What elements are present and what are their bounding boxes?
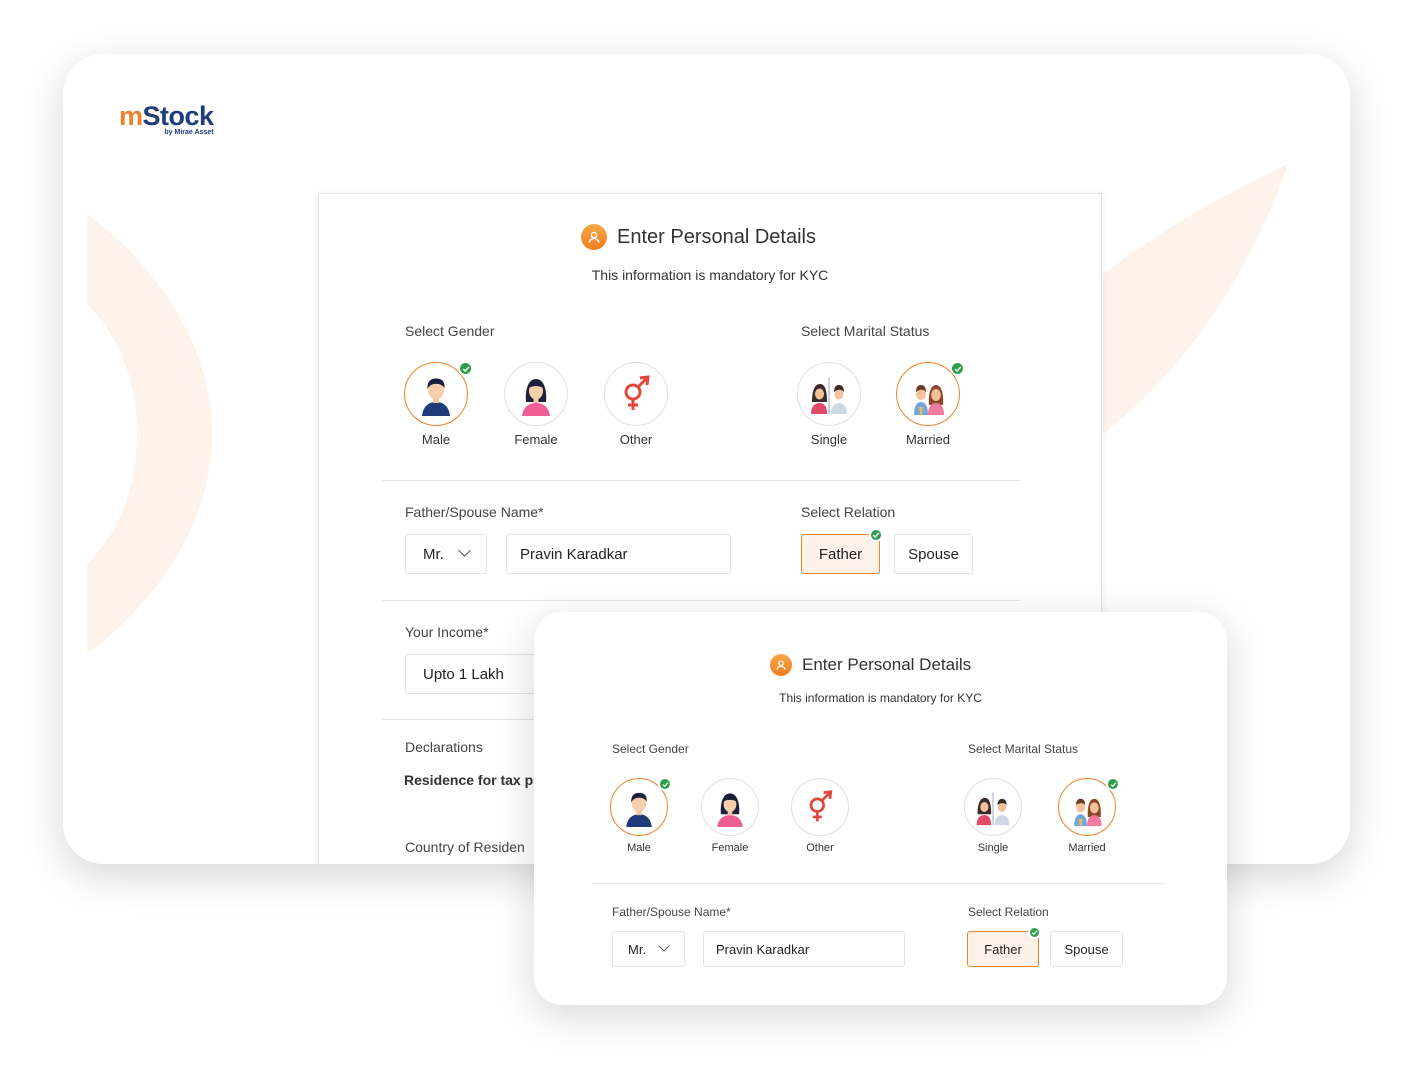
divider [382,480,1020,481]
salutation-select[interactable]: Mr. [405,534,487,574]
married-couple-icon [1058,777,1120,836]
logo-subtitle: by Mirae Asset [164,129,214,136]
father-spouse-name-input[interactable]: Pravin Karadkar [703,931,905,967]
relation-label: Select Relation [968,905,1049,919]
gender-option-female[interactable]: Female [700,778,760,854]
form-subtitle: This information is mandatory for KYC [591,267,829,283]
decorative-arc-left [87,214,212,654]
marital-option-married[interactable]: Married [895,361,965,447]
selected-check-icon [869,528,883,542]
selected-check-icon [658,777,672,791]
father-spouse-name-label: Father/Spouse Name* [405,504,544,520]
selected-check-icon [1028,926,1041,939]
gender-symbol-icon [791,778,849,836]
marital-option-label: Married [1068,842,1106,854]
name-value: Pravin Karadkar [520,545,628,563]
marital-option-single[interactable]: Single [963,778,1023,854]
single-couple-icon [964,778,1022,836]
gender-option-male[interactable]: Male [403,361,473,447]
divider [382,600,1020,601]
form-header: Enter Personal Details [581,224,816,250]
country-of-residence-label: Country of Residen [405,839,525,855]
chevron-down-icon [658,940,670,952]
gender-option-label: Female [514,432,558,447]
male-avatar-icon [404,361,473,426]
relation-label-text: Father [984,941,1022,957]
form-header: Enter Personal Details [770,654,971,676]
gender-option-other[interactable]: Other [603,362,669,447]
user-icon [581,224,607,250]
father-spouse-name-input[interactable]: Pravin Karadkar [506,534,731,574]
selected-check-icon [950,361,965,376]
single-couple-icon [797,362,861,426]
chevron-down-icon [458,544,471,557]
selected-check-icon [1106,777,1120,791]
marital-option-single[interactable]: Single [796,362,862,447]
gender-option-label: Other [806,842,834,854]
married-couple-icon [896,361,965,426]
marital-option-label: Single [977,842,1009,854]
marital-option-label: Married [905,432,951,447]
residence-for-tax-label: Residence for tax p [404,772,534,788]
mstock-logo[interactable]: mStock by Mirae Asset [119,101,215,136]
marital-option-married[interactable]: Married [1052,777,1122,854]
declarations-heading: Declarations [405,739,483,755]
user-icon [770,654,792,676]
divider [592,883,1165,884]
male-avatar-icon [610,777,672,836]
gender-label: Select Gender [612,742,689,756]
form-subtitle: This information is mandatory for KYC [779,691,982,705]
relation-spouse-button[interactable]: Spouse [894,534,973,574]
gender-option-other[interactable]: Other [790,778,850,854]
relation-label-text: Father [818,545,863,563]
relation-label: Select Relation [801,504,896,520]
relation-spouse-button[interactable]: Spouse [1050,931,1123,967]
relation-father-button[interactable]: Father [967,926,1041,967]
form-title: Enter Personal Details [802,655,972,674]
income-label: Your Income* [405,624,489,640]
salutation-select[interactable]: Mr. [612,931,685,967]
gender-option-label: Other [619,432,653,447]
father-spouse-name-label: Father/Spouse Name* [612,905,731,919]
gender-option-label: Male [627,842,651,854]
salutation-value: Mr. [628,941,647,957]
marital-option-label: Single [810,432,848,447]
gender-option-label: Male [421,432,451,447]
relation-label-text: Spouse [1064,941,1109,957]
logo-m: m [119,101,143,131]
relation-label-text: Spouse [908,545,959,563]
decorative-leaf-right [1103,164,1288,434]
relation-father-button[interactable]: Father [801,528,883,574]
female-avatar-icon [504,362,568,426]
name-value: Pravin Karadkar [716,941,810,957]
form-title: Enter Personal Details [617,225,816,248]
marital-status-label: Select Marital Status [801,323,930,339]
marital-status-label: Select Marital Status [968,742,1079,756]
gender-option-male[interactable]: Male [609,777,672,854]
female-avatar-icon [701,778,759,836]
income-value: Upto 1 Lakh [423,665,504,683]
personal-details-form-mobile: Enter Personal Details This information … [534,612,1227,1005]
gender-symbol-icon [604,362,668,426]
gender-option-label: Female [711,842,749,854]
gender-label: Select Gender [405,323,495,339]
gender-option-female[interactable]: Female [503,362,569,447]
salutation-value: Mr. [423,545,444,563]
logo-stock: Stock [142,101,215,131]
selected-check-icon [458,361,473,376]
